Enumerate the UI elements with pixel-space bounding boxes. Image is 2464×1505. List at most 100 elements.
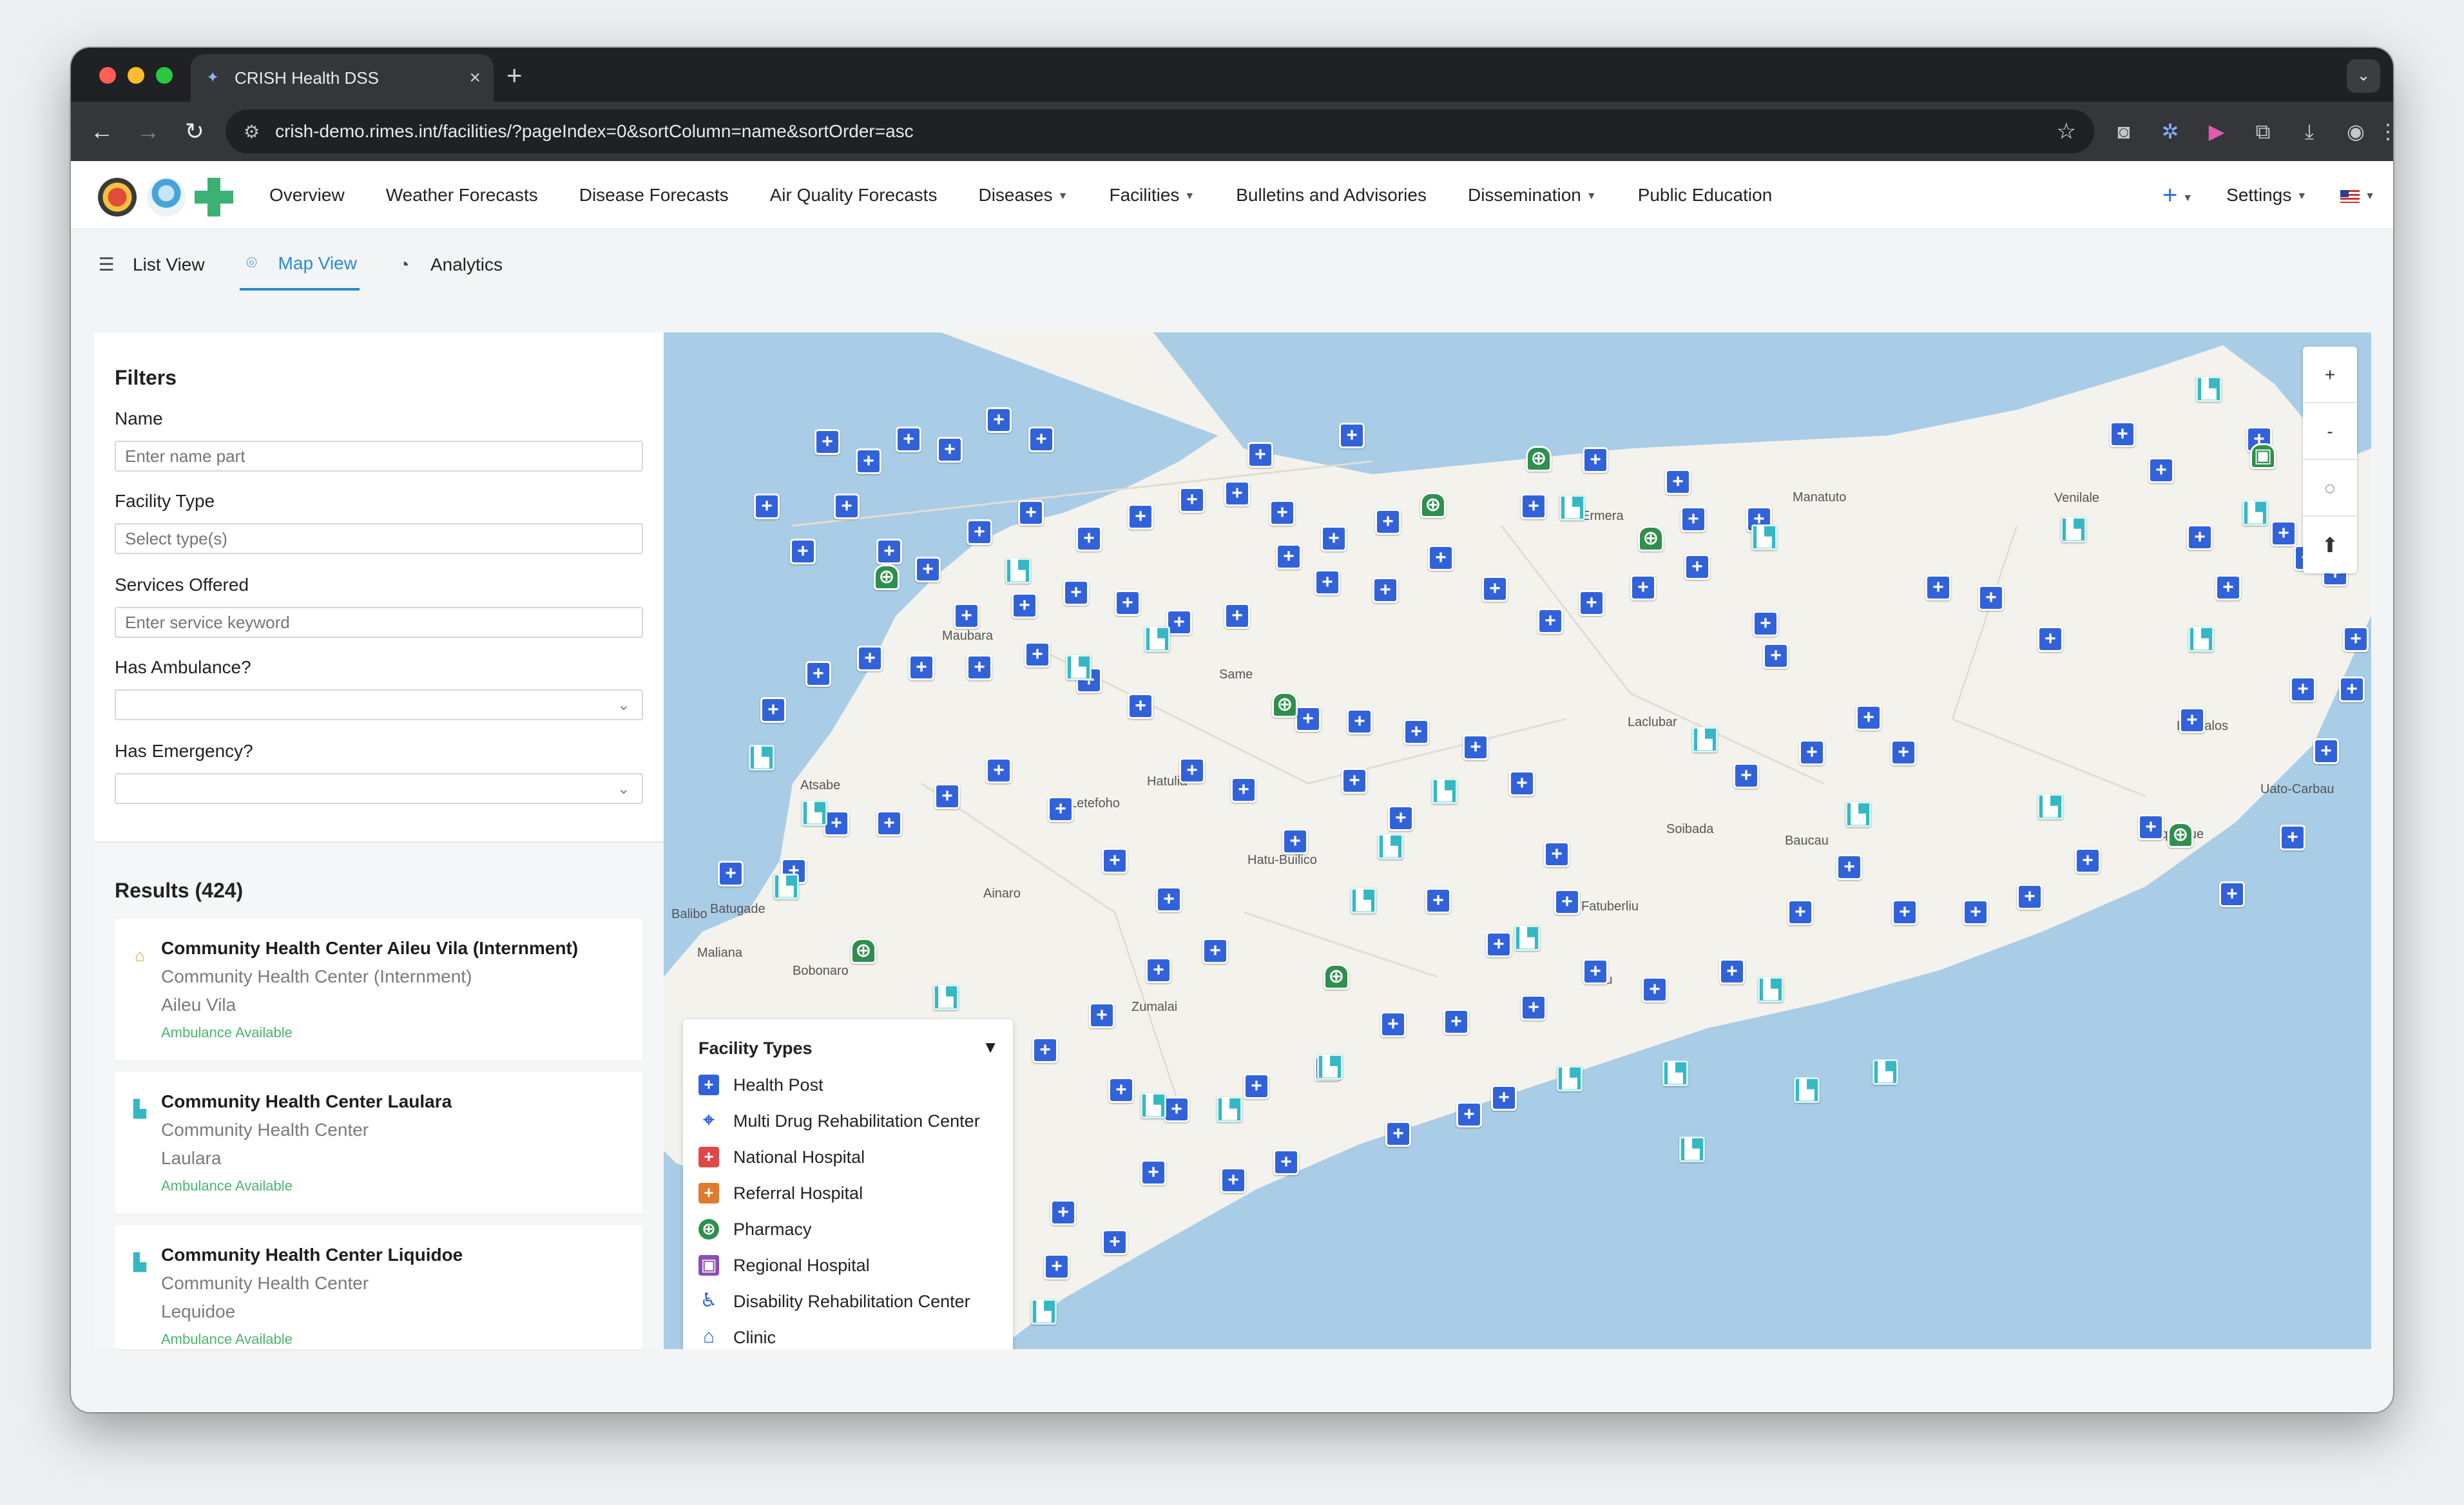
- health-post-marker[interactable]: +: [1231, 777, 1256, 803]
- browser-tab[interactable]: ✦ CRISH Health DSS ×: [191, 54, 494, 102]
- nav-disease-forecasts[interactable]: Disease Forecasts: [579, 185, 729, 206]
- health-post-marker[interactable]: +: [1018, 500, 1044, 526]
- health-post-marker[interactable]: +: [2219, 881, 2245, 907]
- health-center-marker[interactable]: ▙: [1031, 1299, 1057, 1325]
- health-center-marker[interactable]: ▙: [1217, 1097, 1242, 1122]
- nav-air-quality-forecasts[interactable]: Air Quality Forecasts: [770, 185, 938, 206]
- health-post-marker[interactable]: +: [1224, 603, 1250, 629]
- health-center-marker[interactable]: ▙: [1144, 626, 1170, 652]
- health-post-marker[interactable]: +: [1486, 932, 1512, 957]
- health-post-marker[interactable]: +: [1799, 740, 1825, 765]
- health-post-marker[interactable]: +: [876, 810, 902, 836]
- health-post-marker[interactable]: +: [1856, 705, 1882, 731]
- health-post-marker[interactable]: +: [823, 810, 849, 836]
- health-center-marker[interactable]: ▙: [1751, 524, 1777, 550]
- new-tab-button[interactable]: +: [506, 59, 523, 91]
- health-center-marker[interactable]: ▙: [2196, 376, 2222, 402]
- health-post-marker[interactable]: +: [2179, 707, 2205, 733]
- health-post-marker[interactable]: +: [1220, 1167, 1246, 1193]
- health-post-marker[interactable]: +: [967, 655, 992, 680]
- health-post-marker[interactable]: +: [718, 861, 744, 887]
- health-post-marker[interactable]: +: [1347, 709, 1372, 734]
- health-center-marker[interactable]: ▙: [1378, 834, 1403, 859]
- health-center-marker[interactable]: ▙: [773, 874, 799, 899]
- health-post-marker[interactable]: +: [2017, 884, 2043, 910]
- health-post-marker[interactable]: +: [1583, 447, 1608, 473]
- health-post-marker[interactable]: +: [754, 494, 780, 519]
- add-menu-button[interactable]: + ▼: [2162, 181, 2193, 210]
- health-post-marker[interactable]: +: [1273, 1149, 1299, 1175]
- services-input[interactable]: [115, 607, 643, 638]
- health-center-marker[interactable]: ▙: [802, 800, 827, 826]
- health-post-marker[interactable]: +: [1146, 957, 1171, 983]
- zoom-in-button[interactable]: +: [2303, 347, 2357, 403]
- bookmark-star-icon[interactable]: ☆: [2057, 119, 2076, 144]
- health-post-marker[interactable]: +: [1579, 590, 1604, 616]
- health-post-marker[interactable]: +: [1456, 1102, 1482, 1127]
- health-post-marker[interactable]: +: [1925, 575, 1951, 600]
- reload-icon[interactable]: ↻: [179, 116, 210, 147]
- health-post-marker[interactable]: +: [1521, 494, 1546, 519]
- extensions-puzzle-icon[interactable]: ⧉: [2249, 117, 2277, 146]
- health-center-marker[interactable]: ▙: [2061, 517, 2086, 542]
- health-post-marker[interactable]: +: [1166, 609, 1192, 635]
- health-post-marker[interactable]: +: [834, 494, 860, 519]
- pharmacy-marker[interactable]: ⊕: [1638, 526, 1664, 551]
- health-post-marker[interactable]: +: [1076, 526, 1102, 551]
- health-post-marker[interactable]: +: [2138, 814, 2164, 840]
- health-post-marker[interactable]: +: [2280, 825, 2305, 850]
- health-center-marker[interactable]: ▙: [1559, 495, 1585, 521]
- legend-collapse-icon[interactable]: ▼: [982, 1037, 999, 1057]
- health-post-marker[interactable]: +: [1509, 771, 1535, 796]
- health-post-marker[interactable]: +: [805, 661, 831, 687]
- health-post-marker[interactable]: +: [2343, 626, 2369, 652]
- health-post-marker[interactable]: +: [1892, 899, 1918, 925]
- health-post-marker[interactable]: +: [1463, 734, 1488, 760]
- health-post-marker[interactable]: +: [1521, 995, 1546, 1021]
- health-post-marker[interactable]: +: [954, 603, 979, 629]
- nav-public-education[interactable]: Public Education: [1638, 185, 1773, 206]
- health-center-marker[interactable]: ▙: [2242, 500, 2268, 526]
- health-post-marker[interactable]: +: [1339, 423, 1365, 448]
- health-post-marker[interactable]: +: [2110, 421, 2135, 447]
- health-post-marker[interactable]: +: [1050, 1200, 1076, 1225]
- health-post-marker[interactable]: +: [790, 539, 816, 564]
- health-post-marker[interactable]: +: [1665, 469, 1691, 495]
- nav-diseases-dropdown[interactable]: Diseases ▼: [978, 185, 1068, 206]
- health-post-marker[interactable]: +: [1537, 608, 1563, 634]
- health-post-marker[interactable]: +: [1269, 500, 1295, 526]
- nav-dissemination-dropdown[interactable]: Dissemination ▼: [1468, 185, 1597, 206]
- facilities-map[interactable]: Manatuto Baucau Venilale Viqueque Soibad…: [664, 332, 2371, 1349]
- health-center-marker[interactable]: ▙: [1351, 888, 1376, 914]
- result-card[interactable]: ▙ Community Health Center Liquidoe Commu…: [115, 1225, 643, 1349]
- health-post-marker[interactable]: +: [1089, 1002, 1115, 1028]
- health-post-marker[interactable]: +: [2075, 848, 2101, 874]
- health-post-marker[interactable]: +: [986, 758, 1012, 783]
- health-post-marker[interactable]: +: [1224, 481, 1250, 506]
- profile-icon[interactable]: ◉: [2342, 117, 2370, 146]
- settings-dropdown[interactable]: Settings ▼: [2226, 185, 2307, 206]
- health-post-marker[interactable]: +: [1963, 899, 1988, 925]
- health-post-marker[interactable]: +: [1044, 1254, 1070, 1280]
- health-post-marker[interactable]: +: [1836, 854, 1862, 880]
- health-post-marker[interactable]: +: [1247, 442, 1273, 468]
- health-center-marker[interactable]: ▙: [1514, 925, 1540, 951]
- nav-bulletins[interactable]: Bulletins and Advisories: [1236, 185, 1427, 206]
- health-post-marker[interactable]: +: [876, 539, 902, 564]
- health-post-marker[interactable]: +: [1156, 887, 1182, 912]
- site-info-icon[interactable]: ⚙: [244, 121, 260, 142]
- nav-overview[interactable]: Overview: [269, 185, 345, 206]
- close-tab-icon[interactable]: ×: [469, 67, 481, 89]
- health-post-marker[interactable]: +: [1491, 1085, 1517, 1111]
- health-center-marker[interactable]: ▙: [1317, 1054, 1343, 1080]
- health-center-marker[interactable]: ▙: [1066, 655, 1092, 680]
- health-post-marker[interactable]: +: [1115, 590, 1141, 616]
- health-post-marker[interactable]: +: [1684, 554, 1710, 580]
- maximize-window-button[interactable]: [156, 67, 173, 84]
- health-post-marker[interactable]: +: [1380, 1011, 1406, 1037]
- health-post-marker[interactable]: +: [1375, 509, 1401, 535]
- health-post-marker[interactable]: +: [2187, 524, 2213, 550]
- health-post-marker[interactable]: +: [2290, 676, 2316, 702]
- health-post-marker[interactable]: +: [1753, 611, 1778, 637]
- health-post-marker[interactable]: +: [934, 783, 960, 809]
